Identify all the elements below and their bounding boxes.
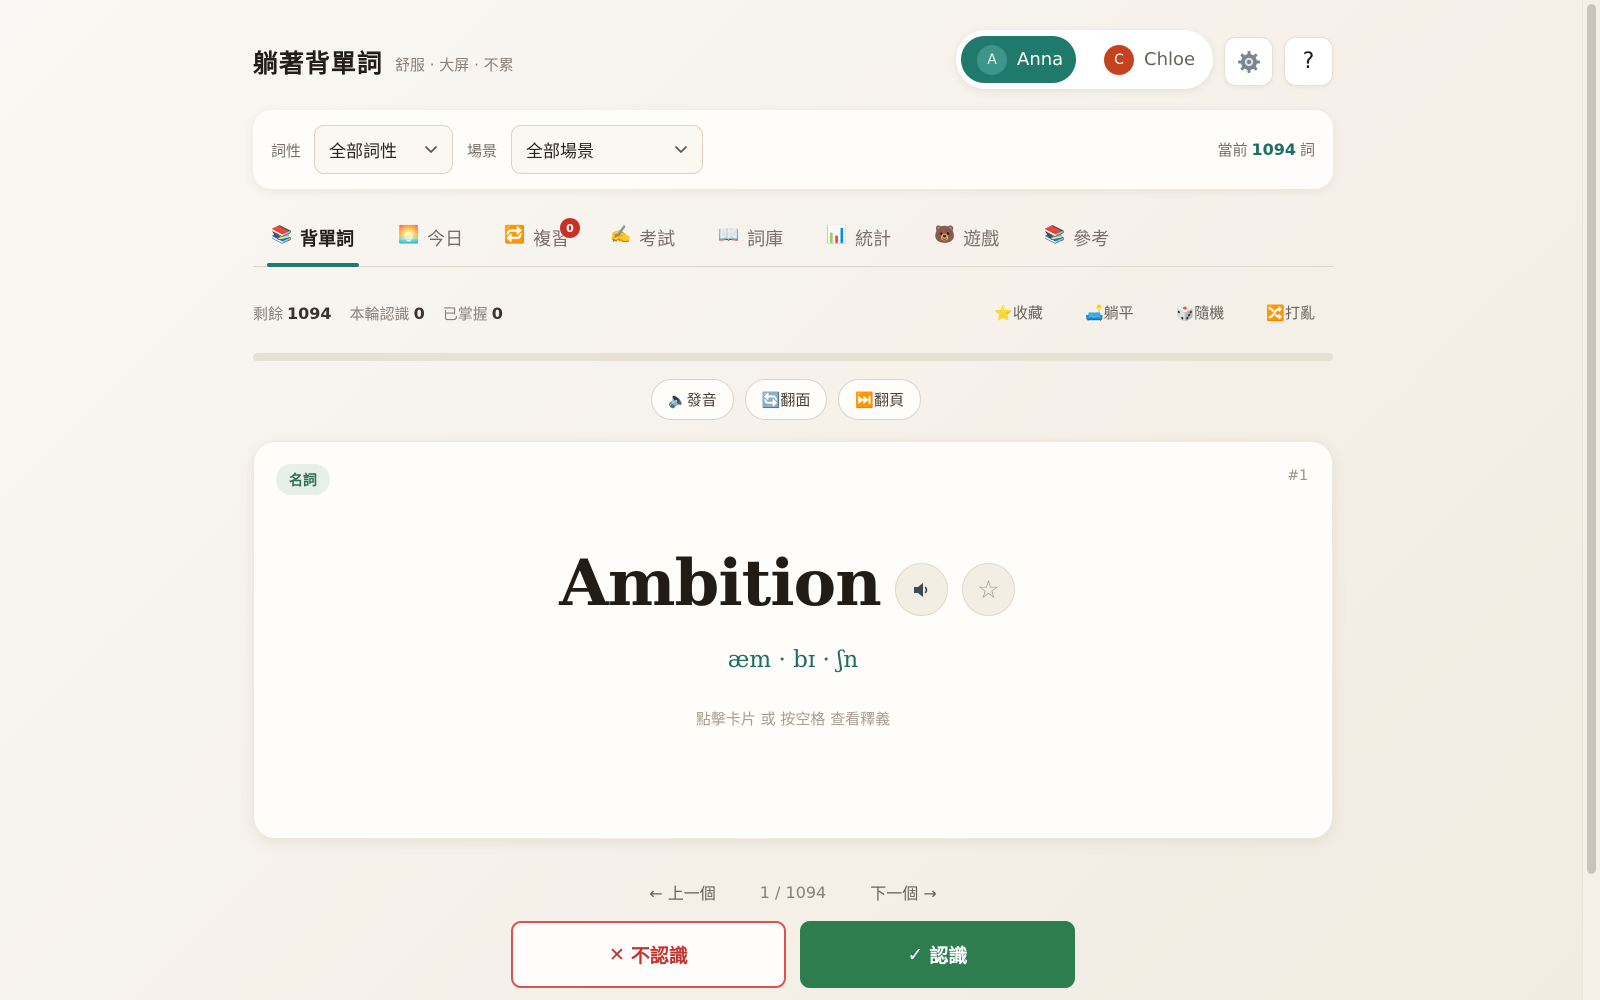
tab-today[interactable]: 🌅 今日 xyxy=(398,225,463,265)
user-name: Anna xyxy=(1017,49,1064,70)
card-controls: 🔈發音 🔄翻面 ⏭️翻頁 xyxy=(651,379,932,420)
session-stats: 剩餘 1094 本輪認識 0 已掌握 0 xyxy=(253,303,521,324)
filter-bar: 詞性 全部詞性 場景 全部場景 當前 1094 詞 xyxy=(253,110,1333,189)
user-anna-button[interactable]: A Anna xyxy=(961,36,1076,83)
flip-hint: 點擊卡片 或 按空格 查看釋義 xyxy=(695,710,891,728)
count-suffix: 詞 xyxy=(1299,141,1315,159)
tab-games[interactable]: 🐻 遊戲 xyxy=(934,225,999,265)
tab-label: 考試 xyxy=(639,229,676,250)
tab-label: 參考 xyxy=(1073,229,1110,250)
pos-filter-label: 詞性 xyxy=(271,142,302,160)
speak-word-button[interactable] xyxy=(895,563,948,616)
avatar: C xyxy=(1104,44,1134,75)
tab-memorize[interactable]: 📚 背單詞 xyxy=(271,225,354,265)
pager: ← 上一個 1 / 1094 下一個 → xyxy=(253,880,1333,904)
sunrise-icon: 🌅 xyxy=(398,225,420,245)
bear-icon: 🐻 xyxy=(934,225,956,245)
next-page-button[interactable]: ⏭️翻頁 xyxy=(838,379,922,420)
tab-label: 遊戲 xyxy=(963,229,1000,250)
tab-label: 背單詞 xyxy=(300,229,355,250)
tab-stats[interactable]: 📊 統計 xyxy=(826,225,891,265)
stat-label: 剩餘 xyxy=(253,305,284,323)
user-name: Chloe xyxy=(1144,49,1196,70)
settings-button[interactable] xyxy=(1224,37,1273,86)
star-icon: ☆ xyxy=(977,575,1000,604)
stat-label: 已掌握 xyxy=(442,305,488,323)
favorite-star-button[interactable]: ☆ xyxy=(962,563,1015,616)
user-chloe-button[interactable]: C Chloe xyxy=(1088,36,1206,83)
close-icon: ✕ xyxy=(609,943,625,966)
scene-select-value: 全部場景 xyxy=(526,142,594,162)
shuffle-button[interactable]: 🔀打亂 xyxy=(1266,302,1315,323)
lie-flat-button[interactable]: 🛋️躺平 xyxy=(1085,302,1134,323)
next-word-button[interactable]: 下一個 → xyxy=(870,880,937,904)
open-book-icon: 📖 xyxy=(718,225,740,245)
speaker-icon xyxy=(913,582,927,597)
favorite-button[interactable]: ⭐收藏 xyxy=(994,302,1043,323)
page-scrollbar[interactable] xyxy=(1582,0,1600,1000)
previous-word-button[interactable]: ← 上一個 xyxy=(649,880,716,904)
check-icon: ✓ xyxy=(907,943,924,966)
count-prefix: 當前 xyxy=(1217,141,1248,159)
progress-bar xyxy=(253,353,1333,361)
help-button[interactable]: ? xyxy=(1284,37,1333,86)
repeat-icon: 🔁 xyxy=(504,225,526,245)
gear-icon xyxy=(1237,50,1260,73)
app-subtitle: 舒服 · 大屏 · 不累 xyxy=(395,56,514,74)
page-position: 1 / 1094 xyxy=(759,882,827,902)
header: 躺著背單詞 舒服 · 大屏 · 不累 A Anna C Chloe ? xyxy=(253,30,1333,90)
user-switcher: A Anna C Chloe xyxy=(956,30,1213,89)
tab-reference[interactable]: 📚 參考 xyxy=(1044,225,1109,265)
tab-label: 今日 xyxy=(427,229,464,250)
scene-filter-label: 場景 xyxy=(467,142,498,160)
pronounce-button[interactable]: 🔈發音 xyxy=(651,379,734,420)
tab-review[interactable]: 🔁 複習 0 xyxy=(504,218,580,265)
tab-wordbank[interactable]: 📖 詞庫 xyxy=(718,225,783,265)
active-tab-indicator xyxy=(267,263,359,267)
scrollbar-thumb[interactable] xyxy=(1587,4,1596,874)
stat-mastered: 已掌握 0 xyxy=(443,303,503,324)
flashcard[interactable]: 名詞 #1 Ambition ☆ æm · bɪ · ʃn 點擊卡片 或 按空格… xyxy=(253,441,1333,839)
main-tabs: 📚 背單詞 🌅 今日 🔁 複習 0 ✍️ 考試 📖 詞庫 📊 統計 🐻 遊戲 📚 參考 xyxy=(253,215,1333,267)
writing-hand-icon: ✍️ xyxy=(610,225,632,245)
books-icon: 📚 xyxy=(271,225,293,245)
stat-value: 1094 xyxy=(287,304,332,323)
count-value: 1094 xyxy=(1251,140,1296,159)
chevron-down-icon xyxy=(675,146,687,153)
dont-know-button[interactable]: ✕ 不認識 xyxy=(511,921,786,988)
avatar: A xyxy=(977,44,1007,75)
word-text: Ambition xyxy=(559,546,882,621)
pos-select[interactable]: 全部詞性 xyxy=(314,125,453,174)
stat-known: 本輪認識 0 xyxy=(350,303,425,324)
know-button[interactable]: ✓ 認識 xyxy=(800,921,1075,988)
random-button[interactable]: 🎲隨機 xyxy=(1176,302,1225,323)
tab-label: 詞庫 xyxy=(747,229,784,250)
current-word-count: 當前 1094 詞 xyxy=(1217,139,1315,160)
phonetic-text: æm · bɪ · ʃn xyxy=(727,647,859,673)
bar-chart-icon: 📊 xyxy=(826,225,848,245)
quick-actions: ⭐收藏 🛋️躺平 🎲隨機 🔀打亂 xyxy=(952,302,1315,323)
pos-select-value: 全部詞性 xyxy=(329,142,397,162)
tab-exam[interactable]: ✍️ 考試 xyxy=(610,225,675,265)
review-count-badge: 0 xyxy=(560,218,580,238)
flip-button[interactable]: 🔄翻面 xyxy=(744,379,828,420)
scene-select[interactable]: 全部場景 xyxy=(511,125,703,174)
app-title: 躺著背單詞 xyxy=(253,49,384,78)
chevron-down-icon xyxy=(425,146,437,153)
part-of-speech-tag: 名詞 xyxy=(276,464,330,495)
tab-label: 統計 xyxy=(855,229,892,250)
books-icon: 📚 xyxy=(1044,225,1066,245)
card-index: #1 xyxy=(1287,468,1308,484)
dont-know-label: 不認識 xyxy=(630,945,688,967)
stat-value: 0 xyxy=(413,304,425,323)
stat-remaining: 剩餘 1094 xyxy=(253,303,332,324)
stat-value: 0 xyxy=(491,304,503,323)
stat-label: 本輪認識 xyxy=(349,305,410,323)
know-label: 認識 xyxy=(929,945,968,967)
